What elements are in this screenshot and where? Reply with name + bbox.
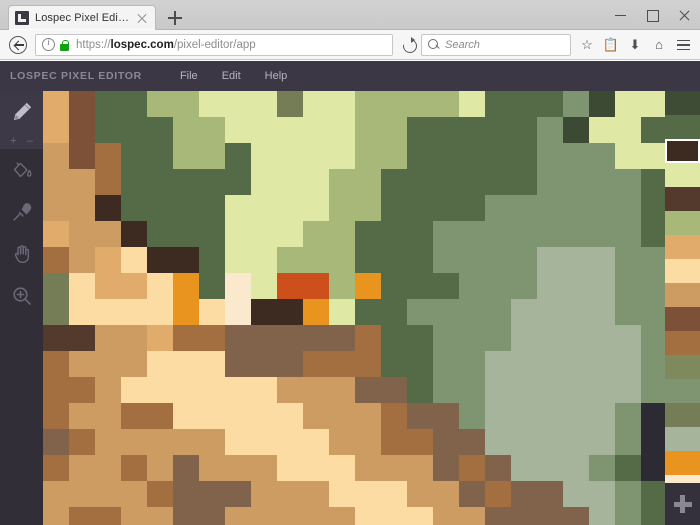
search-bar[interactable]: Search bbox=[421, 33, 571, 56]
palette-swatch[interactable] bbox=[665, 307, 700, 331]
new-tab-button[interactable] bbox=[162, 5, 188, 30]
bookmark-star-button[interactable]: ☆ bbox=[575, 32, 599, 58]
lock-icon bbox=[60, 39, 70, 51]
pan-hand-tool-button[interactable] bbox=[0, 233, 43, 275]
palette-swatch[interactable] bbox=[665, 91, 700, 115]
workspace: + – bbox=[0, 91, 700, 525]
palette-swatch[interactable] bbox=[665, 211, 700, 235]
reload-icon[interactable] bbox=[397, 32, 421, 58]
hamburger-menu-icon bbox=[677, 39, 690, 51]
back-button[interactable] bbox=[5, 32, 31, 58]
paint-bucket-tool-button[interactable] bbox=[0, 149, 43, 191]
home-icon: ⌂ bbox=[655, 37, 663, 52]
menu-item-file[interactable]: File bbox=[168, 61, 210, 91]
tab-close-icon[interactable] bbox=[135, 11, 149, 25]
menu-button[interactable] bbox=[671, 32, 695, 58]
eyedropper-tool-button[interactable] bbox=[0, 191, 43, 233]
window-minimize-button[interactable] bbox=[604, 0, 636, 30]
lospec-favicon-icon bbox=[15, 11, 29, 25]
palette-swatch[interactable] bbox=[665, 163, 700, 187]
palette-swatch[interactable] bbox=[665, 115, 700, 139]
color-palette-panel bbox=[665, 91, 700, 525]
palette-swatch[interactable] bbox=[665, 259, 700, 283]
url-path: /pixel-editor/app bbox=[173, 38, 256, 51]
palette-swatch[interactable] bbox=[665, 283, 700, 307]
search-icon bbox=[428, 38, 440, 51]
home-button[interactable]: ⌂ bbox=[647, 32, 671, 58]
menu-item-edit[interactable]: Edit bbox=[210, 61, 253, 91]
back-arrow-icon bbox=[9, 35, 27, 54]
url-text: https://lospec.com/pixel-editor/app bbox=[76, 39, 256, 51]
menu-item-help[interactable]: Help bbox=[253, 61, 300, 91]
browser-titlebar: Lospec Pixel Editor bbox=[0, 0, 700, 30]
tool-palette: + – bbox=[0, 91, 43, 525]
address-bar[interactable]: https://lospec.com/pixel-editor/app bbox=[35, 33, 393, 56]
url-host: lospec.com bbox=[110, 38, 174, 51]
brush-size-decrease[interactable]: – bbox=[27, 136, 33, 147]
url-scheme: https:// bbox=[76, 38, 111, 51]
app-header: LOSPEC PIXEL EDITOR File Edit Help bbox=[0, 61, 700, 91]
search-placeholder: Search bbox=[445, 38, 480, 51]
brush-size-controls: + – bbox=[0, 133, 43, 149]
library-button[interactable]: 📋 bbox=[599, 32, 623, 58]
window-close-button[interactable] bbox=[668, 0, 700, 30]
browser-navigation-bar: https://lospec.com/pixel-editor/app Sear… bbox=[0, 30, 700, 60]
browser-tab[interactable]: Lospec Pixel Editor bbox=[8, 5, 156, 30]
palette-swatch[interactable] bbox=[665, 331, 700, 355]
window-maximize-button[interactable] bbox=[636, 0, 668, 30]
tab-strip: Lospec Pixel Editor bbox=[0, 0, 560, 30]
window-controls bbox=[604, 0, 700, 30]
palette-swatch[interactable] bbox=[665, 187, 700, 211]
downloads-button[interactable]: ⬇ bbox=[623, 32, 647, 58]
palette-swatch[interactable] bbox=[665, 403, 700, 427]
palette-swatch[interactable] bbox=[665, 379, 700, 403]
plus-icon bbox=[673, 495, 692, 513]
pencil-tool-button[interactable] bbox=[0, 91, 43, 133]
paint-bucket-icon bbox=[13, 162, 32, 178]
pencil-icon bbox=[13, 102, 31, 121]
palette-swatch[interactable] bbox=[665, 235, 700, 259]
palette-swatch[interactable] bbox=[665, 451, 700, 475]
site-info-icon[interactable] bbox=[42, 37, 55, 51]
app-brand-title: LOSPEC PIXEL EDITOR bbox=[10, 70, 142, 82]
hand-icon bbox=[14, 245, 29, 263]
magnifier-icon bbox=[12, 287, 31, 305]
brush-size-increase[interactable]: + bbox=[10, 136, 16, 147]
canvas-area[interactable] bbox=[43, 91, 665, 525]
browser-window: Lospec Pixel Editor https://lospec.com/p… bbox=[0, 0, 700, 525]
bookmark-star-icon: ☆ bbox=[581, 36, 593, 52]
add-color-button[interactable] bbox=[665, 483, 700, 525]
palette-swatch[interactable] bbox=[665, 427, 700, 451]
eyedropper-icon bbox=[12, 203, 31, 221]
palette-swatch[interactable] bbox=[665, 355, 700, 379]
app-menu-bar: File Edit Help bbox=[168, 61, 299, 91]
tab-title: Lospec Pixel Editor bbox=[35, 12, 131, 24]
palette-swatch[interactable] bbox=[665, 139, 700, 163]
library-icon: 📋 bbox=[602, 36, 620, 52]
zoom-tool-button[interactable] bbox=[0, 275, 43, 317]
downloads-icon: ⬇ bbox=[629, 36, 641, 52]
pixel-art-canvas[interactable] bbox=[43, 91, 665, 525]
